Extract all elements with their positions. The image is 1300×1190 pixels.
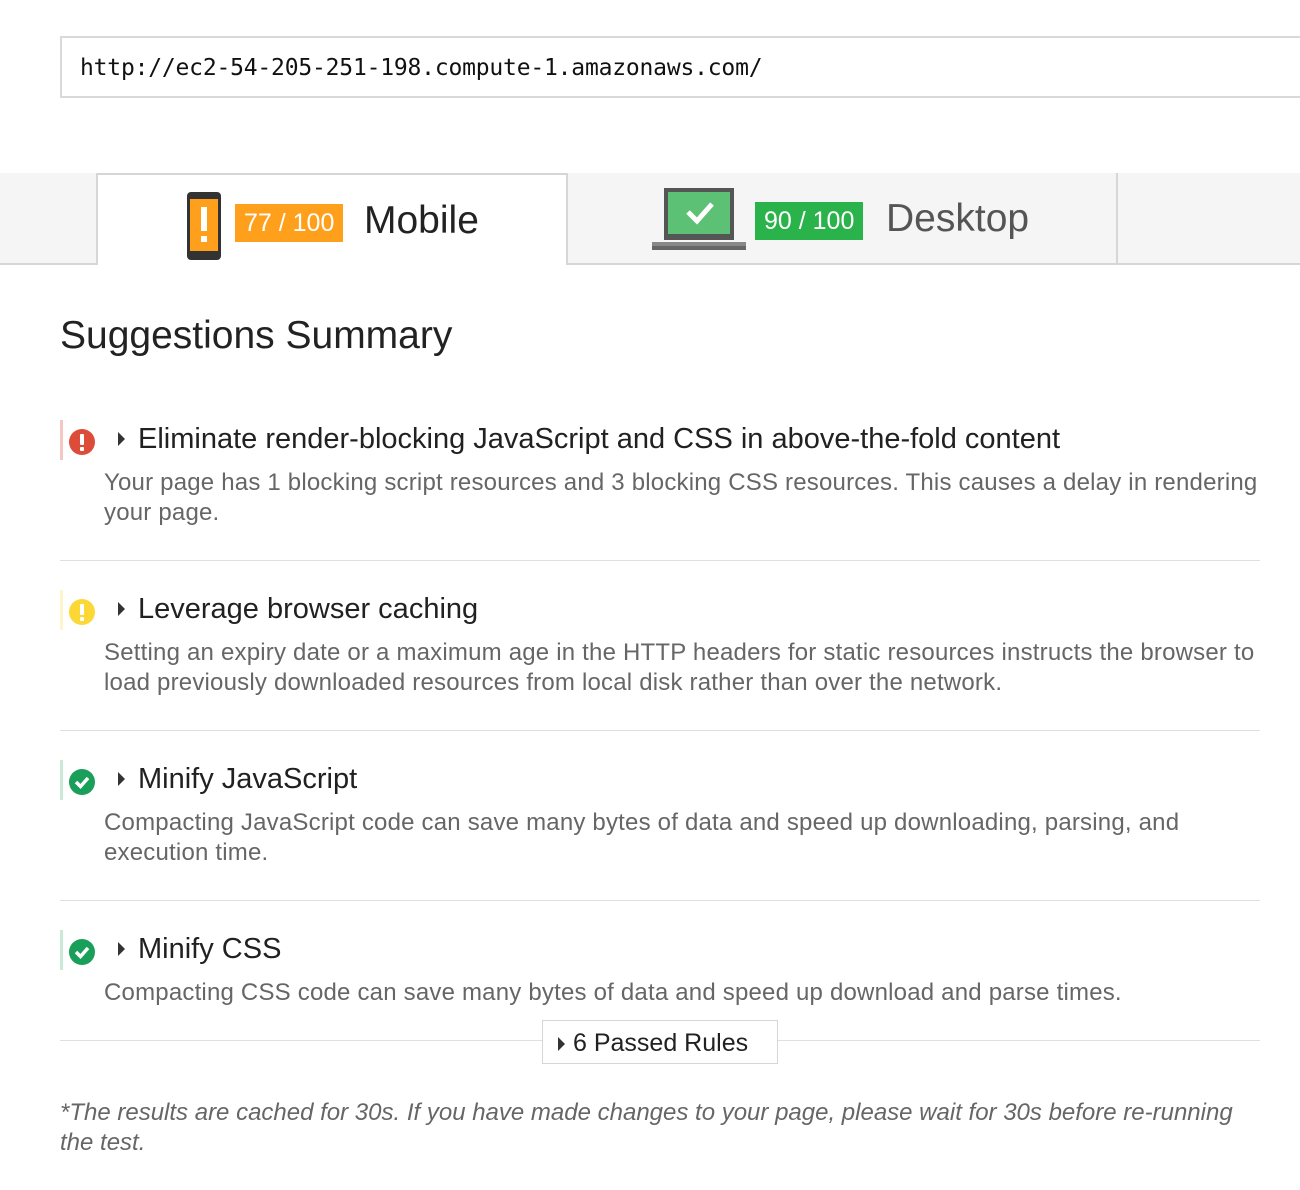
desktop-score-badge: 90 / 100 [755, 202, 864, 240]
mobile-score-badge: 77 / 100 [235, 204, 344, 242]
warning-icon [69, 599, 95, 625]
rule-description: Setting an expiry date or a maximum age … [104, 639, 1255, 696]
cache-footnote: *The results are cached for 30s. If you … [60, 1099, 1233, 1156]
device-tabs: 77 / 100 Mobile 90 / 100 Desktop [0, 173, 1300, 265]
rule-status-bar [60, 420, 63, 460]
check-icon [69, 769, 95, 795]
rule-divider [60, 560, 1260, 561]
mobile-phone-warning-icon [187, 192, 221, 260]
expand-caret-icon[interactable] [118, 772, 125, 786]
tab-mobile[interactable]: 77 / 100 Mobile [96, 173, 568, 265]
rule-title[interactable]: Eliminate render-blocking JavaScript and… [138, 423, 1060, 456]
rule-description: Compacting CSS code can save many bytes … [104, 979, 1122, 1006]
rule-description: Compacting JavaScript code can save many… [104, 809, 1180, 866]
rule-item-browser-caching: Leverage browser caching Setting an expi… [60, 590, 1260, 731]
rule-status-bar [60, 590, 63, 630]
passed-rules-label: 6 Passed Rules [573, 1029, 749, 1057]
rule-title[interactable]: Minify CSS [138, 933, 281, 966]
suggestions-summary-title: Suggestions Summary [60, 314, 453, 357]
expand-caret-icon[interactable] [118, 602, 125, 616]
expand-caret-icon[interactable] [118, 432, 125, 446]
rule-divider [60, 730, 1260, 731]
error-icon [69, 429, 95, 455]
expand-caret-icon [558, 1037, 565, 1051]
expand-caret-icon[interactable] [118, 942, 125, 956]
rule-title[interactable]: Leverage browser caching [138, 593, 478, 626]
url-input[interactable]: http://ec2-54-205-251-198.compute-1.amaz… [60, 36, 1300, 98]
rule-title[interactable]: Minify JavaScript [138, 763, 357, 796]
tab-desktop[interactable]: 90 / 100 Desktop [568, 173, 1118, 263]
rule-description: Your page has 1 blocking script resource… [104, 469, 1258, 526]
rule-item-minify-css: Minify CSS Compacting CSS code can save … [60, 930, 1260, 1030]
passed-rules-button[interactable]: 6 Passed Rules [542, 1020, 778, 1064]
rule-item-render-blocking: Eliminate render-blocking JavaScript and… [60, 420, 1260, 561]
tab-mobile-label: Mobile [364, 199, 479, 242]
rule-status-bar [60, 760, 63, 800]
rule-status-bar [60, 930, 63, 970]
url-input-value[interactable]: http://ec2-54-205-251-198.compute-1.amaz… [80, 55, 763, 81]
tab-desktop-label: Desktop [886, 197, 1030, 240]
check-icon [69, 939, 95, 965]
laptop-check-icon [652, 188, 746, 250]
rule-divider [60, 900, 1260, 901]
rule-item-minify-js: Minify JavaScript Compacting JavaScript … [60, 760, 1260, 901]
